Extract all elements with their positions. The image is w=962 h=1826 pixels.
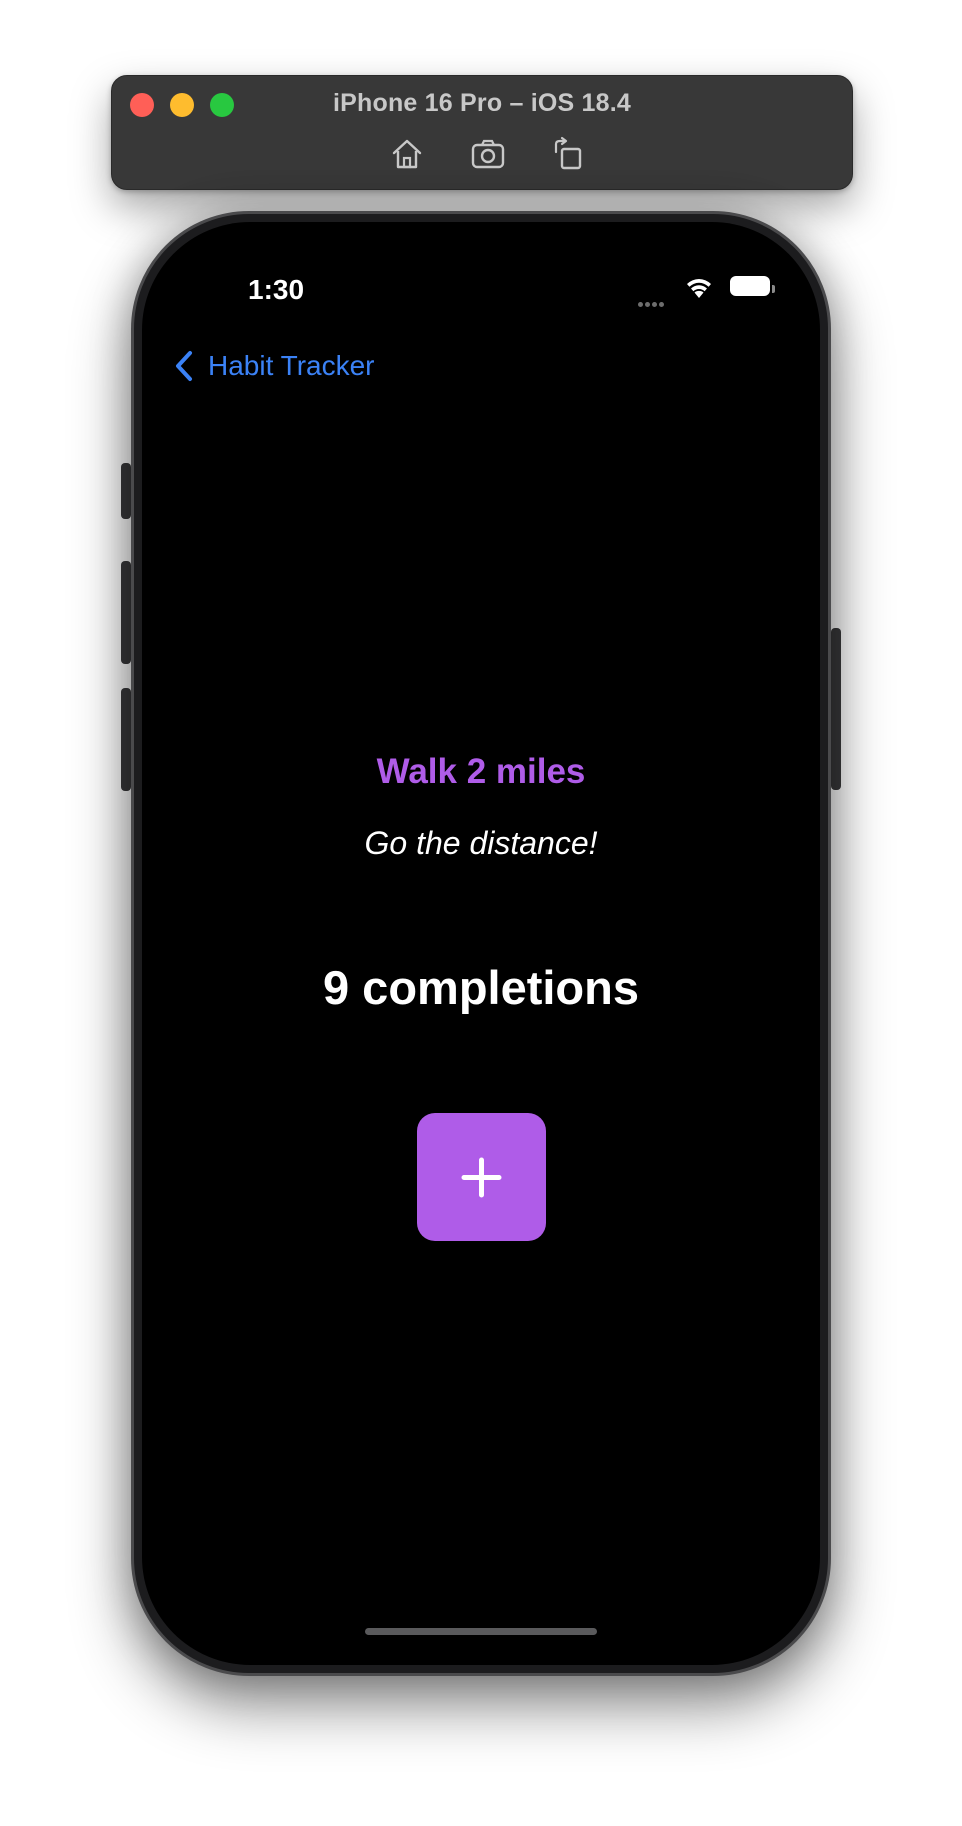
habit-title: Walk 2 miles	[376, 752, 586, 791]
home-indicator[interactable]	[365, 1628, 597, 1635]
battery-icon	[730, 276, 775, 296]
cellular-icon	[638, 294, 670, 307]
completion-count: 9 completions	[322, 961, 639, 1014]
volume-up-button	[121, 561, 131, 664]
volume-down-button	[121, 688, 131, 791]
back-button[interactable]: Habit Tracker	[172, 344, 375, 388]
simulator-title-bar: iPhone 16 Pro – iOS 18.4	[111, 75, 853, 190]
add-completion-button[interactable]	[417, 1113, 546, 1241]
simulator-title: iPhone 16 Pro – iOS 18.4	[333, 89, 631, 117]
screenshot-icon[interactable]	[470, 136, 506, 172]
rotate-icon[interactable]	[550, 136, 586, 172]
habit-description: Go the distance!	[364, 825, 598, 861]
simulator-toolbar	[112, 136, 852, 172]
side-button	[831, 628, 841, 790]
home-icon[interactable]	[389, 136, 425, 172]
phone-screen: 1:30 Habit Tracker Walk 2 miles Go the d…	[142, 222, 820, 1665]
back-button-label: Habit Tracker	[208, 350, 375, 381]
action-button	[121, 463, 131, 519]
wifi-icon	[687, 279, 711, 298]
chevron-left-icon	[176, 351, 192, 381]
plus-icon	[461, 1157, 502, 1198]
status-time: 1:30	[248, 274, 305, 305]
